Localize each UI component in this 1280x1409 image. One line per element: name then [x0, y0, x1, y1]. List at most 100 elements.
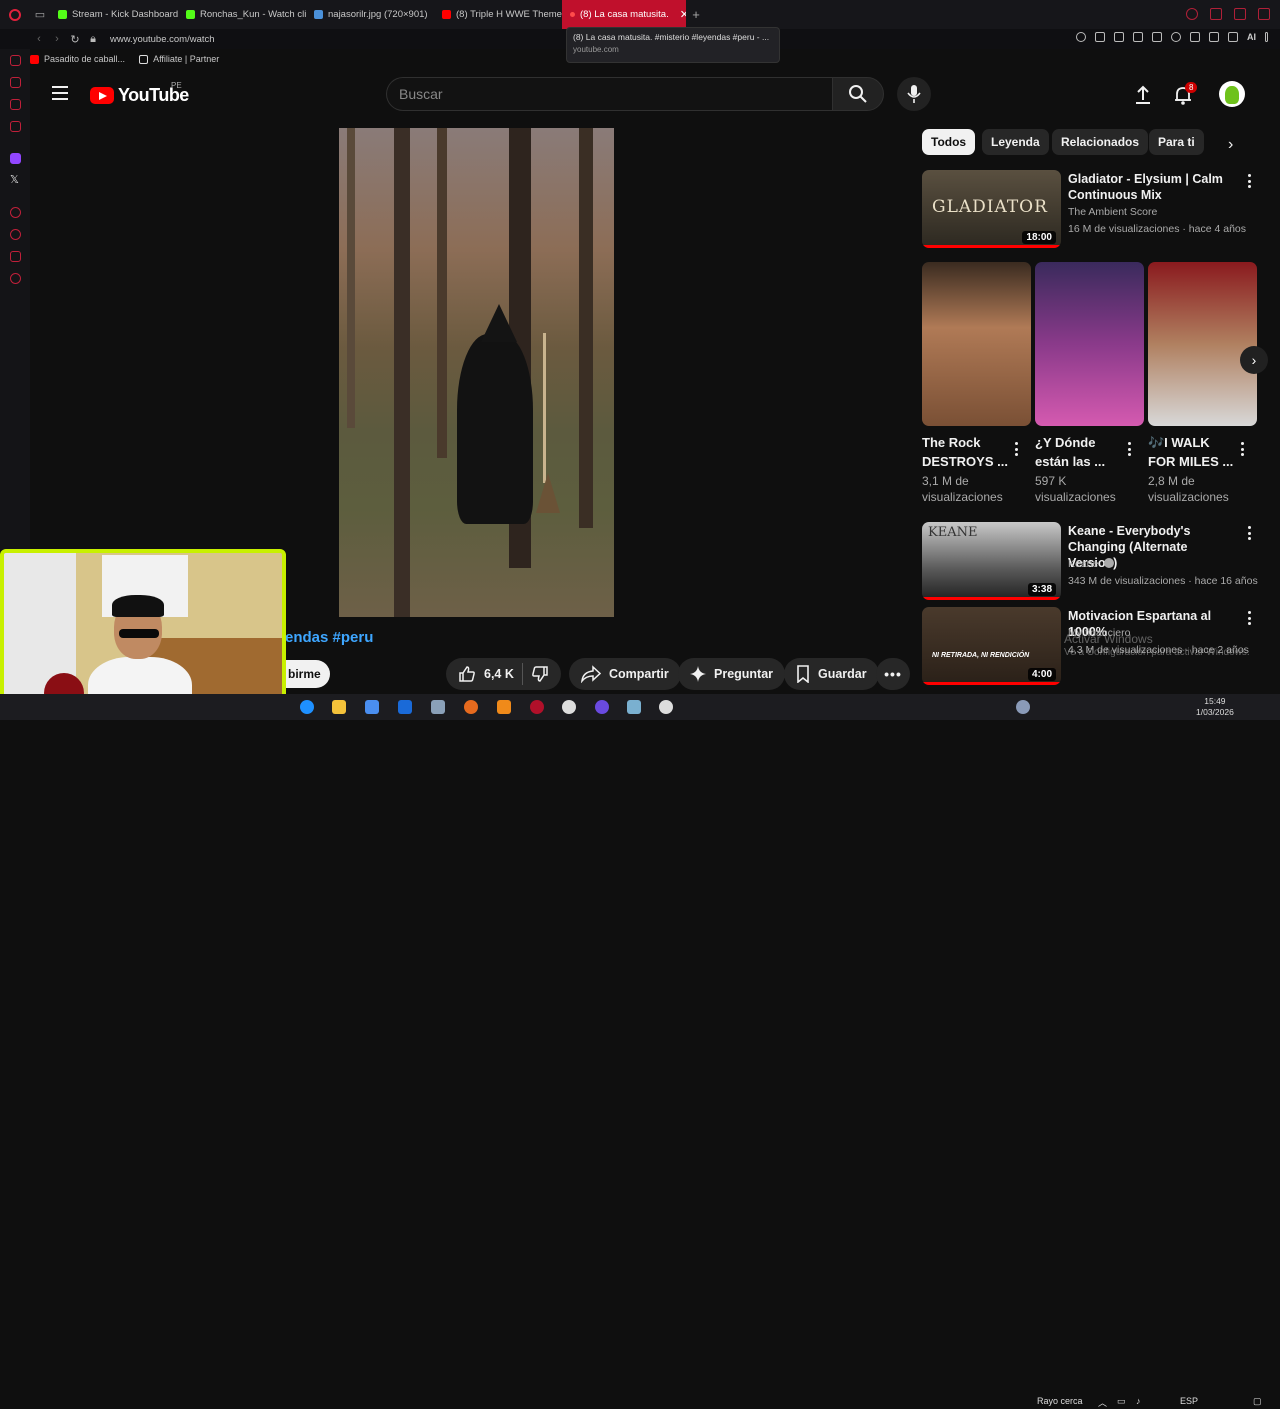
opera-taskbar-icon[interactable]	[530, 700, 544, 714]
divider	[521, 663, 523, 685]
x-twitter-icon[interactable]: 𝕏	[10, 175, 21, 186]
wallet-icon[interactable]	[1209, 32, 1219, 42]
shorts-next-button[interactable]: ›	[1240, 346, 1268, 374]
recommendation-thumbnail[interactable]: NI RETIRADA, NI RENDICIÓN 4:00	[922, 607, 1061, 685]
taskbar-clock[interactable]: 15:49 1/03/2026	[1196, 696, 1234, 718]
more-vert-icon[interactable]	[1248, 174, 1251, 188]
like-button[interactable]: 6,4 K	[458, 665, 514, 683]
chip-relacionados[interactable]: Relacionados	[1052, 129, 1149, 155]
maximize-icon[interactable]	[1234, 8, 1246, 20]
notifications-icon[interactable]: ▢	[1253, 1396, 1262, 1407]
firefox-icon[interactable]	[464, 700, 478, 714]
language-indicator[interactable]: ESP	[1180, 1396, 1198, 1406]
avatar[interactable]	[1219, 81, 1245, 107]
channel-name[interactable]: Keane	[1068, 557, 1115, 572]
reload-button[interactable]: ↻	[66, 33, 84, 46]
store-icon[interactable]	[365, 700, 379, 714]
search-tabs-icon[interactable]	[1186, 8, 1198, 20]
ask-button[interactable]: Preguntar	[678, 658, 786, 690]
minimize-icon[interactable]	[1210, 8, 1222, 20]
extensions-sidebar-icon[interactable]	[10, 251, 21, 262]
player-sidebar-icon[interactable]	[10, 207, 21, 218]
extensions-icon[interactable]	[1133, 32, 1143, 42]
player-icon[interactable]	[1152, 32, 1162, 42]
workspaces-icon[interactable]: ▭	[30, 0, 50, 29]
short-title[interactable]: 🎶I WALK FOR MILES ...	[1148, 433, 1236, 471]
voice-search-button[interactable]	[897, 77, 931, 111]
more-icon[interactable]	[1265, 32, 1268, 42]
opera-logo-icon[interactable]	[0, 0, 30, 29]
share-button[interactable]: Compartir	[569, 658, 681, 690]
media-player-icon[interactable]	[659, 700, 673, 714]
cube-icon[interactable]	[1190, 32, 1200, 42]
new-tab-button[interactable]: +	[686, 7, 706, 22]
more-actions-button[interactable]: •••	[876, 658, 910, 690]
more-vert-icon[interactable]	[1241, 442, 1244, 456]
bookmark-affiliate[interactable]: Affiliate | Partner	[139, 54, 219, 64]
discord-icon[interactable]	[595, 700, 609, 714]
ai-button[interactable]: AI	[1247, 32, 1256, 42]
close-window-icon[interactable]	[1258, 8, 1270, 20]
aria-icon[interactable]	[10, 55, 21, 66]
url-field[interactable]: www.youtube.com/watch	[110, 34, 215, 45]
short-thumbnail[interactable]	[1148, 262, 1257, 426]
dislike-button[interactable]	[531, 665, 549, 683]
chip-todos[interactable]: Todos	[922, 129, 976, 155]
recommendation-title[interactable]: Gladiator - Elysium | Calm Continuous Mi…	[1068, 171, 1238, 203]
channel-name[interactable]: The Ambient Score	[1068, 205, 1157, 220]
save-button[interactable]: Guardar	[784, 658, 879, 690]
heart-icon[interactable]	[1171, 32, 1181, 42]
weather-label[interactable]: Rayo cerca	[1037, 1396, 1083, 1406]
recommendation-thumbnail[interactable]: KEANE 3:38	[922, 522, 1061, 600]
bookmark-pasadito[interactable]: Pasadito de caball...	[30, 54, 125, 64]
short-thumbnail[interactable]	[922, 262, 1031, 426]
browser-tab-casa-matusita[interactable]: (8) La casa matusita. ✕	[562, 0, 686, 29]
more-vert-icon[interactable]	[1248, 611, 1251, 625]
obs-icon[interactable]	[562, 700, 576, 714]
search-button[interactable]	[832, 77, 884, 111]
history-icon[interactable]	[10, 229, 21, 240]
browser-tab-kick-clip[interactable]: Ronchas_Kun - Watch clip	[178, 0, 306, 29]
video-player[interactable]	[339, 128, 614, 617]
twitch-icon[interactable]	[10, 153, 21, 164]
browser-tab-triple-h[interactable]: (8) Triple H WWE Theme	[434, 0, 562, 29]
browser-tab-image[interactable]: najasorilr.jpg (720×901)	[306, 0, 434, 29]
chevron-right-icon[interactable]: ›	[1228, 136, 1233, 154]
network-icon[interactable]: ▭	[1117, 1396, 1126, 1407]
settings-icon[interactable]	[10, 273, 21, 284]
tray-chevron-icon[interactable]: ︿	[1098, 1396, 1107, 1409]
broom-head	[536, 473, 560, 513]
upload-button[interactable]	[1132, 84, 1154, 106]
snapshot-icon[interactable]	[1114, 32, 1124, 42]
video-title[interactable]: endas #peru	[285, 629, 373, 646]
more-vert-icon[interactable]	[1128, 442, 1131, 456]
zoom-icon[interactable]	[1076, 32, 1086, 42]
browser-tab-kick-dashboard[interactable]: Stream - Kick Dashboard	[50, 0, 178, 29]
chip-leyenda[interactable]: Leyenda	[982, 129, 1049, 155]
search-input[interactable]: Buscar	[386, 77, 832, 111]
forward-button[interactable]: ›	[48, 33, 66, 45]
subscribe-button[interactable]: birme	[284, 660, 330, 688]
download-icon[interactable]	[1228, 32, 1238, 42]
more-vert-icon[interactable]	[1015, 442, 1018, 456]
pin-icon[interactable]	[1095, 32, 1105, 42]
notepad-icon[interactable]	[627, 700, 641, 714]
more-vert-icon[interactable]	[1248, 526, 1251, 540]
vlc-icon[interactable]	[497, 700, 511, 714]
chip-para-ti[interactable]: Para ti	[1149, 129, 1204, 155]
menu-icon[interactable]	[52, 86, 68, 100]
volume-icon[interactable]: ♪	[1136, 1396, 1141, 1406]
short-title[interactable]: ¿Y Dónde están las ...	[1035, 433, 1123, 471]
short-thumbnail[interactable]	[1035, 262, 1144, 426]
outlook-icon[interactable]	[398, 700, 412, 714]
edge-icon[interactable]	[300, 700, 314, 714]
back-button[interactable]: ‹	[30, 33, 48, 45]
short-title[interactable]: The Rock DESTROYS ...	[922, 433, 1010, 471]
file-explorer-icon[interactable]	[332, 700, 346, 714]
weather-icon[interactable]	[1016, 700, 1030, 714]
sidebar-app-icon[interactable]	[10, 121, 21, 132]
messenger-icon[interactable]	[10, 99, 21, 110]
app-icon[interactable]	[431, 700, 445, 714]
recommendation-thumbnail[interactable]: GLADIATOR 18:00	[922, 170, 1061, 248]
crypto-icon[interactable]	[10, 77, 21, 88]
